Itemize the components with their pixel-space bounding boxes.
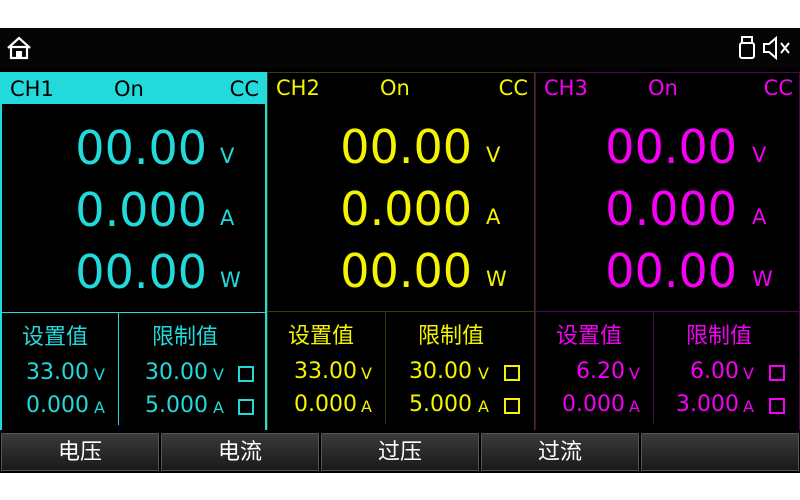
- limit-current-unit: A: [213, 398, 224, 417]
- channel-2-panel[interactable]: CH2 On CC 00.00 V 0.000 A 00.00 W 设置值 限制…: [267, 72, 535, 458]
- speaker-muted-icon[interactable]: [762, 35, 792, 64]
- channel-header: CH2 On CC: [268, 73, 534, 103]
- softkey-current[interactable]: 电流: [161, 433, 319, 471]
- current-readout: 0.000: [605, 182, 737, 236]
- limit-voltage-unit: V: [213, 365, 224, 384]
- set-current[interactable]: 0.000: [294, 392, 357, 417]
- power-unit: W: [752, 267, 773, 291]
- power-unit: W: [220, 268, 241, 292]
- set-value-title: 设置值: [22, 325, 89, 350]
- voltage-readout: 00.00: [75, 121, 207, 175]
- current-unit: A: [220, 206, 235, 230]
- current-unit: A: [486, 205, 501, 229]
- instrument-screen: CH1 On CC 00.00 V 0.000 A 00.00 W 设置值 限制…: [0, 28, 800, 473]
- channel-name: CH3: [544, 76, 588, 100]
- limit-current[interactable]: 3.000: [676, 392, 739, 417]
- power-readout: 00.00: [605, 244, 737, 298]
- ocp-checkbox[interactable]: [238, 399, 254, 415]
- set-voltage-unit: V: [629, 364, 640, 383]
- limit-current-unit: A: [478, 397, 489, 416]
- limit-voltage-unit: V: [743, 364, 754, 383]
- voltage-unit: V: [486, 143, 501, 167]
- voltage-unit: V: [220, 144, 235, 168]
- limit-current[interactable]: 5.000: [409, 392, 472, 417]
- limit-value-title: 限制值: [686, 324, 753, 349]
- set-current[interactable]: 0.000: [562, 392, 625, 417]
- channel-1-panel[interactable]: CH1 On CC 00.00 V 0.000 A 00.00 W 设置值 限制…: [0, 72, 267, 458]
- set-voltage[interactable]: 33.00: [26, 360, 89, 385]
- softkey-ocp[interactable]: 过流: [481, 433, 639, 471]
- softkey-bar: 电压 电流 过压 过流: [0, 430, 800, 473]
- current-readout: 0.000: [340, 182, 472, 236]
- voltage-unit: V: [752, 143, 767, 167]
- status-bar: [0, 28, 800, 68]
- limit-current-unit: A: [743, 397, 754, 416]
- channel-mode: CC: [763, 76, 793, 100]
- ovp-checkbox[interactable]: [504, 365, 520, 381]
- power-readout: 00.00: [75, 245, 207, 299]
- power-readout: 00.00: [340, 244, 472, 298]
- channel-state: On: [114, 77, 144, 101]
- limit-voltage[interactable]: 30.00: [145, 360, 208, 385]
- limit-voltage-unit: V: [478, 364, 489, 383]
- set-voltage[interactable]: 33.00: [294, 359, 357, 384]
- usb-icon: [738, 36, 756, 64]
- ovp-checkbox[interactable]: [769, 365, 785, 381]
- channel-mode: CC: [498, 76, 528, 100]
- limit-value-title: 限制值: [152, 325, 219, 350]
- ovp-checkbox[interactable]: [238, 366, 254, 382]
- softkey-ovp[interactable]: 过压: [321, 433, 479, 471]
- voltage-readout: 00.00: [340, 120, 472, 174]
- set-voltage-unit: V: [94, 365, 105, 384]
- power-unit: W: [486, 267, 507, 291]
- set-current[interactable]: 0.000: [26, 393, 89, 418]
- ocp-checkbox[interactable]: [769, 398, 785, 414]
- channel-state: On: [380, 76, 410, 100]
- channel-state: On: [648, 76, 678, 100]
- channel-mode: CC: [229, 77, 259, 101]
- channel-header: CH1 On CC: [2, 74, 265, 104]
- softkey-empty[interactable]: [641, 433, 799, 471]
- set-voltage[interactable]: 6.20: [576, 359, 625, 384]
- limit-voltage[interactable]: 30.00: [409, 359, 472, 384]
- set-value-title: 设置值: [288, 324, 355, 349]
- channel-3-panel[interactable]: CH3 On CC 00.00 V 0.000 A 00.00 W 设置值 限制…: [535, 72, 800, 458]
- channel-name: CH1: [10, 77, 54, 101]
- channel-header: CH3 On CC: [536, 73, 799, 103]
- set-value-title: 设置值: [556, 324, 623, 349]
- set-current-unit: A: [361, 397, 372, 416]
- voltage-readout: 00.00: [605, 120, 737, 174]
- limit-current[interactable]: 5.000: [145, 393, 208, 418]
- limit-value-title: 限制值: [418, 324, 485, 349]
- softkey-voltage[interactable]: 电压: [1, 433, 159, 471]
- limit-voltage[interactable]: 6.00: [690, 359, 739, 384]
- current-unit: A: [752, 205, 767, 229]
- set-current-unit: A: [629, 397, 640, 416]
- channel-name: CH2: [276, 76, 320, 100]
- home-icon[interactable]: [6, 36, 32, 64]
- set-voltage-unit: V: [361, 364, 372, 383]
- current-readout: 0.000: [75, 183, 207, 237]
- ocp-checkbox[interactable]: [504, 398, 520, 414]
- set-current-unit: A: [94, 398, 105, 417]
